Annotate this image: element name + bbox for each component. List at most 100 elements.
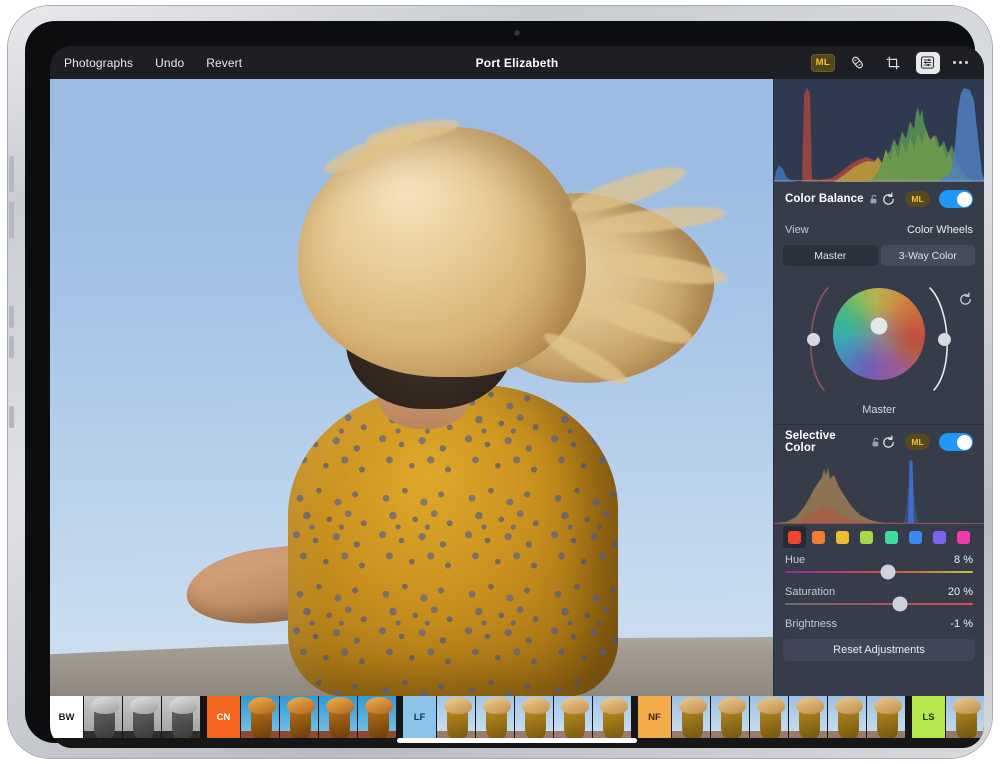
filmstrip-thumbnail[interactable]: 001 [672,696,710,738]
filmstrip-thumbnail[interactable]: 002 [476,696,514,738]
filmstrip-thumbnail[interactable]: 001 [946,696,984,738]
filmstrip-thumbnail[interactable]: 004 [789,696,827,738]
thumbnail-image [867,696,905,738]
crop-icon[interactable] [881,52,905,74]
reset-icon[interactable] [881,192,896,207]
thumbnail-image [84,696,122,738]
swatch-teal[interactable] [880,526,903,548]
filmstrip-thumbnail[interactable]: 003 [162,696,200,738]
nav-revert[interactable]: Revert [206,56,242,70]
thumbnail-image [162,696,200,738]
adjustments-icon[interactable] [916,52,940,74]
saturation-slider-track[interactable] [785,603,973,605]
side-connector-2 [9,336,14,358]
color-balance-header: Color Balance [774,182,984,216]
power-button[interactable] [9,406,14,428]
swatch-blue[interactable] [904,526,927,548]
ipad-device-frame: Photographs Undo Revert Port Elizabeth M… [8,6,992,758]
filmstrip-thumbnail[interactable]: 005 [828,696,866,738]
lock-open-icon[interactable] [871,437,881,448]
swatch-yellow[interactable] [831,526,854,548]
color-balance-actions: ML [881,190,973,208]
shadow-arc-handle[interactable] [807,333,820,346]
filmstrip-thumbnail[interactable]: 001 [241,696,279,738]
front-camera-icon [514,30,520,36]
swatch-orange[interactable] [807,526,830,548]
filmstrip-thumbnail[interactable]: 001 [437,696,475,738]
blouse-floral-pattern [288,385,618,696]
swatch-magenta[interactable] [952,526,975,548]
thumbnail-image [476,696,514,738]
filmstrip-thumbnail[interactable]: 005 [593,696,631,738]
thumbnail-image [515,696,553,738]
thumbnail-image [358,696,396,738]
thumbnail-image [593,696,631,738]
nav-undo[interactable]: Undo [155,56,184,70]
segment-3-way-color[interactable]: 3-Way Color [881,245,976,266]
filmstrip-group-bw[interactable]: BW [50,696,83,738]
side-connector-1 [9,306,14,328]
highlight-arc-handle[interactable] [938,333,951,346]
hue-slider-track[interactable] [785,571,973,573]
filmstrip-thumbnail[interactable]: 003 [319,696,357,738]
brightness-value: -1 % [950,618,973,630]
photo-canvas[interactable] [50,79,773,696]
thumbnail-image [241,696,279,738]
thumbnail-image [750,696,788,738]
ml-badge-toolbar[interactable]: ML [811,54,835,72]
selective-color-histogram [774,459,984,525]
selective-color-header: Selective Color [774,425,984,459]
brightness-label: Brightness [785,618,837,630]
saturation-slider-row: Saturation 20 % [774,581,984,605]
retouch-brush-icon[interactable] [846,52,870,74]
reset-adjustments-button[interactable]: Reset Adjustments [783,639,975,661]
color-wheel-block: Master [774,266,984,424]
more-options-icon[interactable] [951,57,970,68]
filmstrip-thumbnail[interactable]: 006 [867,696,905,738]
selective-color-title: Selective Color [785,430,866,454]
color-wheel-reset-icon[interactable] [958,292,973,312]
ml-badge-selective-color[interactable]: ML [905,434,930,450]
swatch-purple[interactable] [928,526,951,548]
filmstrip-thumbnail[interactable]: 002 [711,696,749,738]
filmstrip-thumbnail[interactable]: 004 [554,696,592,738]
filmstrip-thumbnail[interactable]: 002 [280,696,318,738]
filmstrip-group-lf[interactable]: LF [403,696,436,738]
color-balance-mode-segmented: Master 3-Way Color [783,245,975,266]
filmstrip-thumbnail[interactable]: 004 [358,696,396,738]
reset-icon[interactable] [881,435,896,450]
rgb-histogram [774,79,984,182]
filmstrip-group-nf[interactable]: NF [638,696,671,738]
segment-master[interactable]: Master [783,245,878,266]
brightness-slider-row: Brightness -1 % [774,613,984,635]
ml-badge-color-balance[interactable]: ML [905,191,930,207]
filmstrip-group-cn[interactable]: CN [207,696,240,738]
thumbnail-image [711,696,749,738]
photo-subject [170,117,700,696]
filmstrip-group-ls[interactable]: LS [912,696,945,738]
selective-color-toggle[interactable] [939,433,973,451]
thumbnail-image [672,696,710,738]
color-balance-toggle[interactable] [939,190,973,208]
volume-button-down[interactable] [9,202,14,238]
view-value[interactable]: Color Wheels [907,224,973,236]
filmstrip-thumbnail[interactable]: 002 [123,696,161,738]
view-label: View [785,224,809,236]
lock-open-icon[interactable] [869,194,879,205]
saturation-slider-handle[interactable] [892,597,907,612]
filmstrip-thumbnail[interactable]: 001 [84,696,122,738]
color-wheel-handle[interactable] [871,318,888,335]
thumbnail-image [437,696,475,738]
thumbnail-image [946,696,984,738]
hue-label: Hue [785,554,805,566]
filmstrip-thumbnail[interactable]: 003 [515,696,553,738]
swatch-red[interactable] [783,526,806,548]
view-row[interactable]: View Color Wheels [774,216,984,243]
hue-value: 8 % [954,554,973,566]
volume-button-up[interactable] [9,156,14,192]
thumbnail-image [828,696,866,738]
nav-photographs[interactable]: Photographs [64,56,133,70]
swatch-green-yellow[interactable] [855,526,878,548]
hue-slider-handle[interactable] [881,565,896,580]
filmstrip-thumbnail[interactable]: 003 [750,696,788,738]
